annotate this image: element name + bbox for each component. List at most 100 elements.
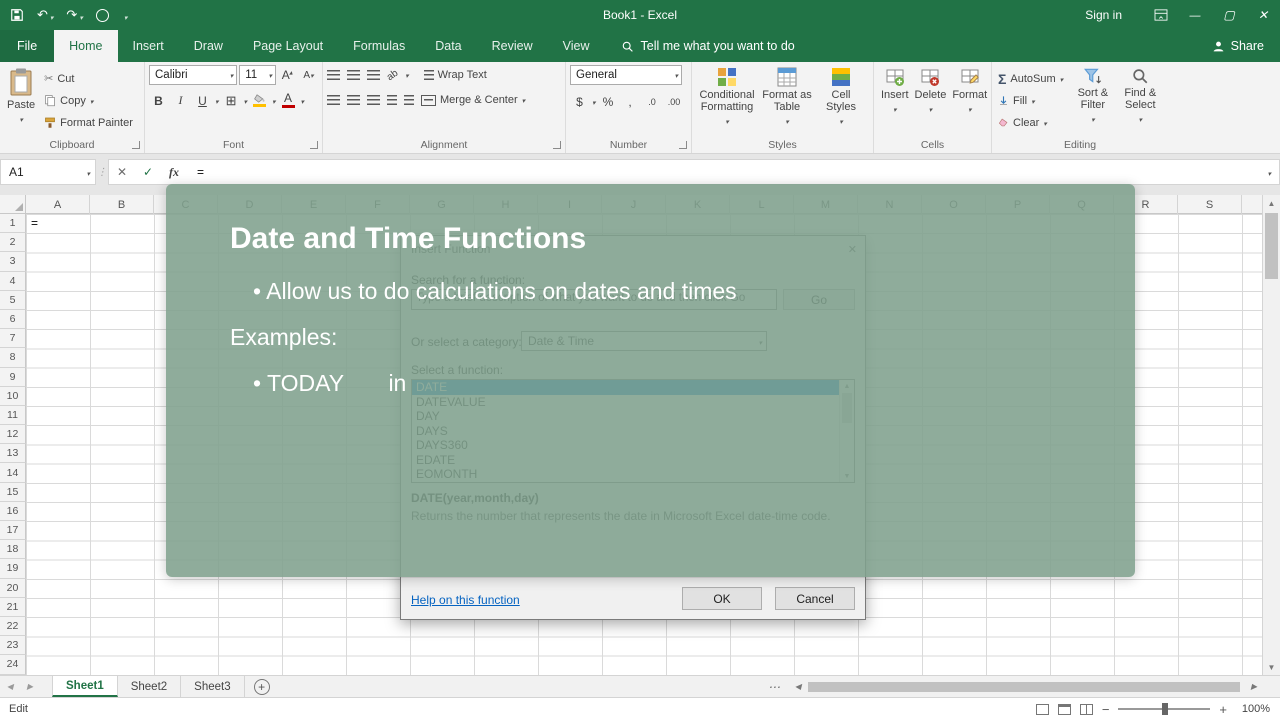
new-sheet-button[interactable]: +	[253, 678, 270, 695]
row-header[interactable]: 5	[0, 290, 26, 310]
cut-button[interactable]: ✂ Cut	[44, 69, 133, 88]
row-header[interactable]: 2	[0, 233, 26, 253]
shrink-font-button[interactable]: A	[299, 66, 318, 85]
copy-button[interactable]: Copy	[44, 91, 133, 110]
align-left-icon[interactable]	[327, 95, 340, 105]
zoom-slider-thumb[interactable]	[1162, 703, 1169, 715]
format-cells-button[interactable]: Format	[949, 65, 990, 137]
decrease-indent-icon[interactable]	[387, 95, 397, 105]
row-header[interactable]: 12	[0, 425, 26, 445]
sheet-nav-left-icon[interactable]	[0, 676, 20, 697]
font-name-combo[interactable]: Calibri	[149, 65, 238, 85]
clipboard-dialog-launcher-icon[interactable]	[132, 141, 140, 149]
normal-view-button[interactable]	[1035, 703, 1049, 715]
customize-qat-button[interactable]	[122, 8, 128, 23]
row-header[interactable]: 22	[0, 616, 26, 637]
number-format-combo[interactable]: General	[570, 65, 682, 85]
row-header[interactable]: 11	[0, 405, 26, 426]
close-button[interactable]	[1246, 0, 1280, 30]
ribbon-tab[interactable]: Page Layout	[238, 30, 338, 62]
align-right-icon[interactable]	[367, 95, 380, 105]
zoom-out-button[interactable]	[1102, 702, 1110, 717]
align-bottom-icon[interactable]	[367, 70, 380, 80]
row-header[interactable]: 16	[0, 501, 26, 521]
format-as-table-button[interactable]: Format as Table	[758, 65, 816, 137]
row-header[interactable]: 4	[0, 271, 26, 291]
help-link[interactable]: Help on this function	[411, 593, 520, 607]
sheet-ellipsis-icon[interactable]	[768, 680, 790, 694]
enter-entry-icon[interactable]: ✓	[135, 165, 161, 179]
autosum-button[interactable]: Σ AutoSum	[998, 69, 1063, 88]
insert-cells-button[interactable]: Insert	[878, 65, 912, 137]
undo-caret-icon[interactable]	[48, 8, 54, 23]
row-header[interactable]: 9	[0, 367, 26, 387]
clear-button[interactable]: Clear	[998, 113, 1063, 132]
italic-button[interactable]: I	[171, 91, 190, 110]
redo-button[interactable]: ↷	[66, 7, 82, 23]
row-header[interactable]: 21	[0, 597, 26, 617]
fill-button[interactable]: Fill	[998, 91, 1063, 110]
sheet-nav-right-icon[interactable]	[20, 676, 40, 697]
number-dialog-launcher-icon[interactable]	[679, 141, 687, 149]
row-header[interactable]: 20	[0, 578, 26, 598]
zoom-in-button[interactable]	[1219, 702, 1227, 717]
decrease-decimal-button[interactable]: .00	[665, 92, 684, 111]
zoom-slider[interactable]	[1118, 703, 1211, 715]
ribbon-display-options-button[interactable]	[1144, 0, 1178, 30]
wrap-text-button[interactable]: Wrap Text	[423, 66, 487, 85]
row-header[interactable]: 1	[0, 214, 26, 234]
page-break-view-button[interactable]	[1079, 703, 1093, 715]
expand-formula-bar-icon[interactable]	[1267, 165, 1279, 179]
font-size-combo[interactable]: 11	[239, 65, 276, 85]
conditional-formatting-button[interactable]: Conditional Formatting	[696, 65, 758, 137]
zoom-level[interactable]: 100%	[1236, 703, 1270, 715]
orientation-icon[interactable]	[385, 67, 400, 82]
delete-cells-button[interactable]: Delete	[912, 65, 950, 137]
horizontal-scroll-thumb[interactable]	[808, 681, 1240, 692]
alignment-dialog-launcher-icon[interactable]	[553, 141, 561, 149]
ribbon-tab[interactable]: Review	[477, 30, 548, 62]
fill-color-button[interactable]	[250, 91, 269, 110]
sort-filter-button[interactable]: Sort & Filter	[1069, 65, 1116, 137]
sheet-tab[interactable]: Sheet3	[181, 676, 245, 697]
row-header[interactable]: 17	[0, 521, 26, 541]
insert-function-icon[interactable]: fx	[161, 165, 187, 180]
cell-styles-button[interactable]: Cell Styles	[816, 65, 866, 137]
paste-button[interactable]: Paste	[4, 65, 38, 137]
ribbon-tab[interactable]: View	[548, 30, 605, 62]
align-top-icon[interactable]	[327, 70, 340, 80]
row-header[interactable]: 10	[0, 386, 26, 406]
font-color-button[interactable]: A	[279, 91, 298, 110]
maximize-button[interactable]	[1212, 0, 1246, 30]
sheet-tab[interactable]: Sheet2	[118, 676, 182, 697]
ribbon-tab[interactable]: Draw	[179, 30, 238, 62]
grow-font-button[interactable]: A	[278, 66, 297, 85]
scroll-down-icon[interactable]	[1263, 659, 1280, 675]
select-all-corner[interactable]	[0, 195, 26, 214]
row-header[interactable]: 14	[0, 463, 26, 483]
ribbon-tab[interactable]: Insert	[118, 30, 179, 62]
cancel-button[interactable]: Cancel	[775, 587, 855, 610]
tab-file[interactable]: File	[0, 30, 55, 62]
vertical-scroll-thumb[interactable]	[1265, 213, 1278, 279]
column-header[interactable]: A	[26, 195, 90, 214]
align-middle-icon[interactable]	[347, 70, 360, 80]
row-header[interactable]: 23	[0, 636, 26, 656]
column-header[interactable]: S	[1178, 195, 1242, 214]
font-dialog-launcher-icon[interactable]	[310, 141, 318, 149]
save-icon[interactable]	[10, 8, 24, 22]
sheet-tab-active[interactable]: Sheet1	[52, 676, 118, 697]
align-center-icon[interactable]	[347, 95, 360, 105]
scroll-right-icon[interactable]	[1246, 682, 1262, 691]
column-header[interactable]: B	[90, 195, 154, 214]
scroll-left-icon[interactable]	[790, 682, 806, 691]
ok-button[interactable]: OK	[682, 587, 762, 610]
redo-caret-icon[interactable]	[77, 8, 83, 23]
merge-center-button[interactable]: Merge & Center	[421, 91, 525, 110]
sign-in-button[interactable]: Sign in	[1063, 8, 1144, 22]
format-painter-button[interactable]: Format Painter	[44, 113, 133, 132]
undo-button[interactable]: ↶	[37, 7, 53, 23]
ribbon-tab[interactable]: Data	[420, 30, 476, 62]
row-header[interactable]: 15	[0, 482, 26, 502]
scroll-up-icon[interactable]	[1263, 195, 1280, 211]
